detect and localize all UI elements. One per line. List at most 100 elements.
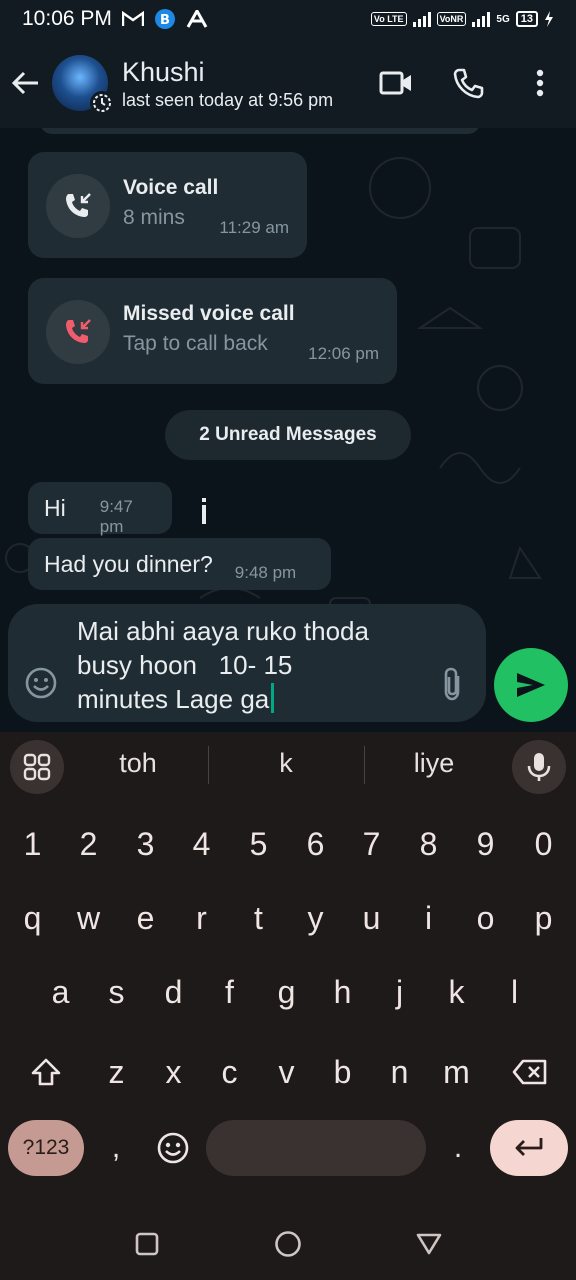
key[interactable]: h: [314, 954, 371, 1030]
key[interactable]: b: [314, 1034, 371, 1110]
timer-icon: [93, 94, 111, 112]
key[interactable]: d: [145, 954, 202, 1030]
b-app-icon: B: [154, 9, 175, 29]
key[interactable]: z: [88, 1034, 145, 1110]
call-title: Voice call: [123, 176, 219, 199]
more-vertical-icon: [536, 69, 544, 97]
contact-name: Khushi: [122, 56, 205, 87]
comma-key[interactable]: ,: [92, 1120, 140, 1176]
video-call-button[interactable]: [360, 38, 432, 128]
key[interactable]: 8: [400, 806, 457, 882]
recents-button[interactable]: [127, 1224, 167, 1264]
call-title: Missed voice call: [123, 302, 295, 325]
key[interactable]: w: [60, 880, 117, 956]
more-options-button[interactable]: [504, 38, 576, 128]
key[interactable]: 7: [343, 806, 400, 882]
key[interactable]: t: [230, 880, 287, 956]
send-icon: [517, 673, 545, 697]
key[interactable]: p: [515, 880, 572, 956]
key[interactable]: a: [32, 954, 89, 1030]
status-bar: 10:06 PM B Vo LTE VoNR 5G 13: [0, 0, 576, 38]
emoji-key[interactable]: [146, 1120, 200, 1176]
call-log-bubble[interactable]: Voice call 8 mins 11:29 am: [28, 152, 307, 258]
missed-call-icon-wrap: [46, 300, 110, 364]
symbols-key[interactable]: ?123: [8, 1120, 84, 1176]
suggestion[interactable]: toh: [68, 748, 208, 779]
message-bubble[interactable]: Hi 9:47 pm: [28, 482, 172, 536]
key[interactable]: x: [145, 1034, 202, 1110]
microphone-icon: [527, 753, 551, 781]
key[interactable]: n: [371, 1034, 428, 1110]
key[interactable]: v: [258, 1034, 315, 1110]
keyboard-menu-button[interactable]: [10, 740, 64, 794]
key[interactable]: 2: [60, 806, 117, 882]
back-button[interactable]: [0, 38, 52, 128]
number-row: 1 2 3 4 5 6 7 8 9 0: [0, 806, 576, 882]
message-text: Hi: [44, 494, 66, 521]
message-input[interactable]: Mai abhi aaya ruko thoda busy hoon 10- 1…: [77, 614, 427, 716]
letter-row-2: a s d f g h j k l: [0, 954, 576, 1030]
incoming-call-icon: [66, 193, 91, 217]
status-indicators: Vo LTE VoNR 5G 13: [370, 11, 554, 27]
system-navigation-bar: [0, 1200, 576, 1280]
period-key[interactable]: .: [432, 1120, 484, 1176]
space-key[interactable]: [206, 1120, 426, 1176]
back-nav-button[interactable]: [409, 1224, 449, 1264]
contact-info[interactable]: Khushi last seen today at 9:56 pm: [122, 56, 333, 111]
key[interactable]: 0: [515, 806, 572, 882]
voice-input-button[interactable]: [512, 740, 566, 794]
message-composer[interactable]: Mai abhi aaya ruko thoda busy hoon 10- 1…: [8, 604, 486, 722]
suggestion[interactable]: k: [216, 748, 356, 779]
home-button[interactable]: [268, 1224, 308, 1264]
key[interactable]: j: [371, 954, 428, 1030]
message-bubble[interactable]: Had you dinner? 9:48 pm: [28, 538, 331, 590]
attach-button[interactable]: [438, 666, 466, 707]
shift-icon: [31, 1058, 61, 1086]
chat-header: Khushi last seen today at 9:56 pm: [0, 38, 576, 128]
avatar[interactable]: [52, 55, 114, 115]
key[interactable]: u: [343, 880, 400, 956]
key[interactable]: l: [486, 954, 543, 1030]
key[interactable]: 9: [457, 806, 514, 882]
suggestion-divider: [208, 746, 209, 784]
key[interactable]: e: [117, 880, 174, 956]
signal-icon: [412, 11, 431, 27]
incoming-call-icon-wrap: [46, 174, 110, 238]
last-seen: last seen today at 9:56 pm: [122, 89, 334, 110]
key[interactable]: m: [428, 1034, 485, 1110]
key[interactable]: 3: [117, 806, 174, 882]
shift-key[interactable]: [14, 1034, 78, 1110]
bottom-row: ?123 , .: [0, 1102, 576, 1192]
message-text: Had you dinner?: [44, 550, 213, 577]
key[interactable]: 5: [230, 806, 287, 882]
key[interactable]: 6: [287, 806, 344, 882]
key[interactable]: y: [287, 880, 344, 956]
enter-key[interactable]: [490, 1120, 568, 1176]
triangle-back-icon: [416, 1233, 442, 1255]
video-camera-icon: [379, 71, 411, 95]
suggestion-bar: toh k liye: [0, 732, 576, 800]
key[interactable]: f: [201, 954, 258, 1030]
battery-icon: 13: [515, 11, 538, 27]
suggestion[interactable]: liye: [364, 748, 504, 779]
backspace-key[interactable]: [498, 1034, 562, 1110]
voice-call-button[interactable]: [432, 38, 504, 128]
key[interactable]: g: [258, 954, 315, 1030]
phone-icon: [453, 68, 484, 99]
key[interactable]: q: [4, 880, 61, 956]
key[interactable]: o: [457, 880, 514, 956]
unread-messages-banner: 2 Unread Messages: [165, 410, 411, 460]
key[interactable]: r: [173, 880, 230, 956]
signal-icon: [472, 11, 491, 27]
send-button[interactable]: [494, 648, 568, 722]
square-icon: [135, 1232, 159, 1256]
message-time: 9:47 pm: [99, 497, 133, 536]
key[interactable]: 1: [4, 806, 61, 882]
key[interactable]: 4: [173, 806, 230, 882]
call-log-bubble[interactable]: Missed voice call Tap to call back 12:06…: [28, 278, 397, 384]
key[interactable]: s: [88, 954, 145, 1030]
key[interactable]: k: [428, 954, 485, 1030]
key[interactable]: i: [400, 880, 457, 956]
emoji-button[interactable]: [24, 666, 58, 705]
key[interactable]: c: [201, 1034, 258, 1110]
